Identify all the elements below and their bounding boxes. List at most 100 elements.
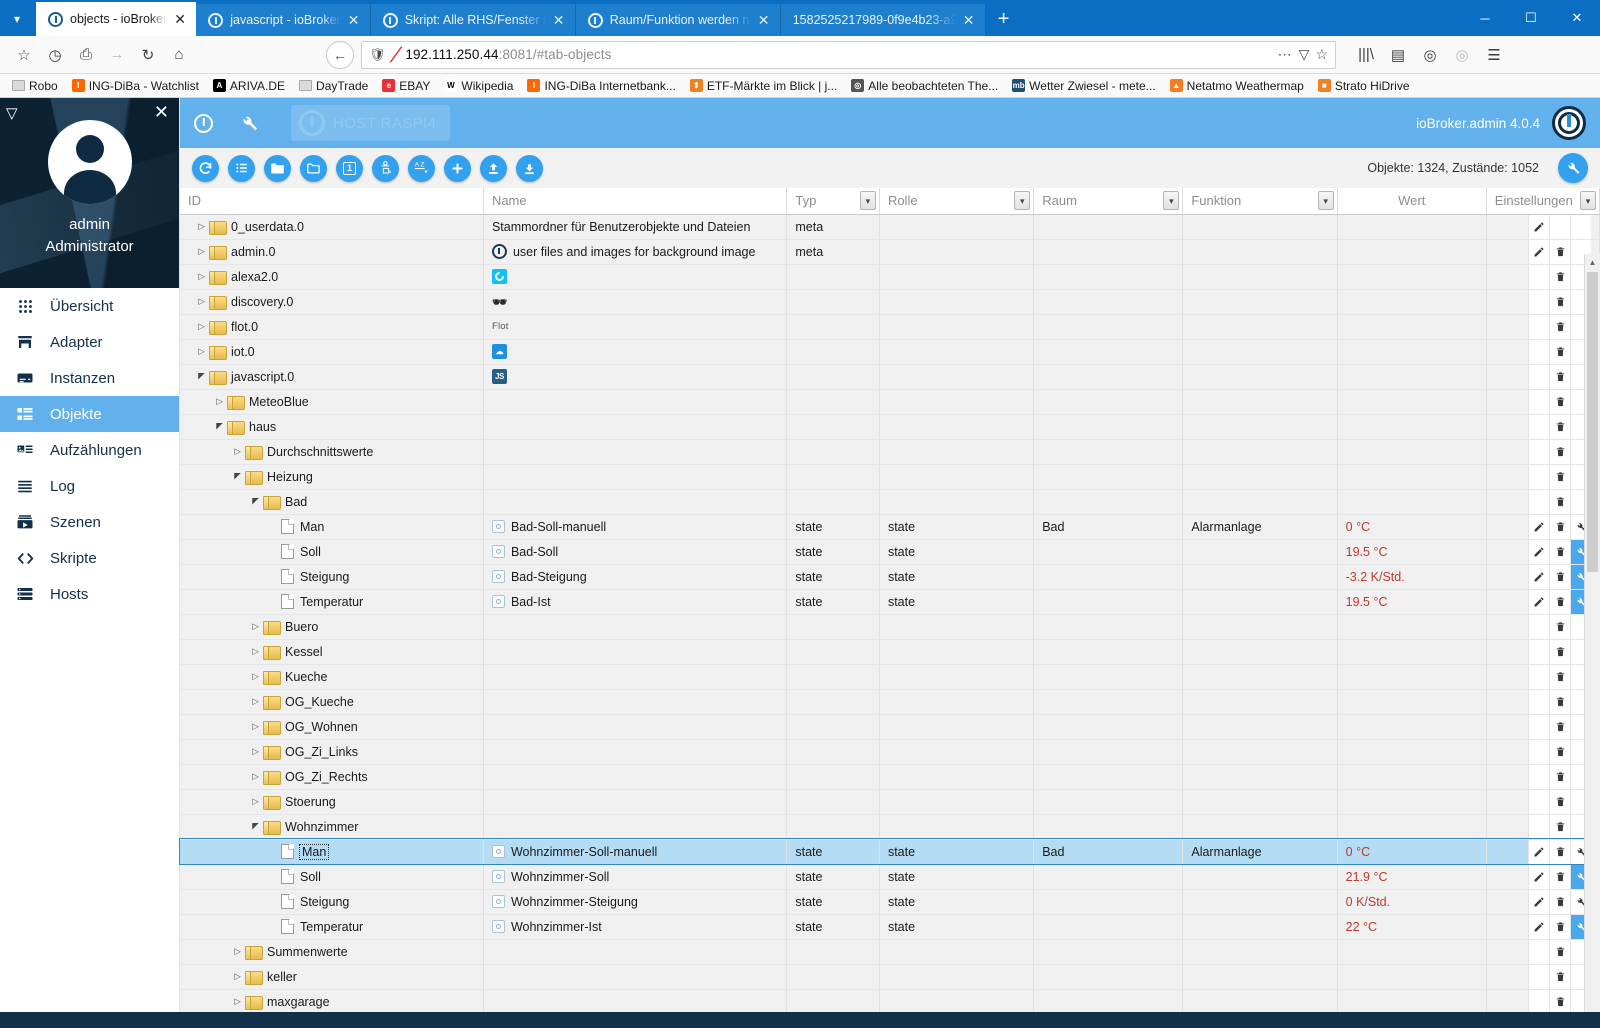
objects-table-container[interactable]: ID Name Typ ▾ Rolle ▾ Raum ▾ Funktion ▾ Wert Einste… xyxy=(179,188,1600,1028)
cell-typ[interactable] xyxy=(786,689,880,715)
cell-name[interactable]: ☁ xyxy=(483,339,788,365)
cell-name[interactable]: 🕶 xyxy=(483,289,788,315)
cell-raum[interactable] xyxy=(1033,489,1184,515)
cell-id[interactable]: ▷ Durchschnittswerte xyxy=(180,439,484,465)
browser-tab-0[interactable]: objects - ioBroker ✕ xyxy=(36,2,197,36)
cell-rolle[interactable]: state xyxy=(879,589,1035,615)
cell-funktion[interactable] xyxy=(1182,339,1338,365)
window-close-button[interactable]: ✕ xyxy=(1554,0,1600,36)
column-header-wert[interactable]: Wert xyxy=(1337,188,1487,215)
cell-id[interactable]: Steigung xyxy=(180,564,484,590)
cell-typ[interactable] xyxy=(786,739,880,765)
table-row[interactable]: ◢ Heizung xyxy=(180,464,1600,490)
cell-raum[interactable] xyxy=(1033,814,1184,840)
expand-chevron-icon[interactable]: ▷ xyxy=(248,746,263,757)
cell-name[interactable] xyxy=(483,389,788,415)
cell-rolle[interactable] xyxy=(879,664,1035,690)
cell-funktion[interactable] xyxy=(1182,864,1338,890)
cell-name[interactable]: Wohnzimmer-Steigung xyxy=(483,889,788,915)
cell-wert[interactable] xyxy=(1337,264,1487,290)
cell-wert[interactable]: 19.5 °C xyxy=(1337,589,1487,615)
cell-id[interactable]: ▷ discovery.0 xyxy=(180,289,484,315)
sidebar-item-instanzen[interactable]: Instanzen xyxy=(0,360,179,396)
bookmark-item[interactable]: DayTrade xyxy=(293,79,374,93)
cell-funktion[interactable] xyxy=(1182,539,1338,565)
table-row[interactable]: Temperatur Wohnzimmer-Ist state state 22 °C xyxy=(180,914,1600,940)
cell-wert[interactable]: 0 °C xyxy=(1337,839,1487,865)
cell-typ[interactable]: state xyxy=(786,839,880,865)
sidebar-item-adapter[interactable]: Adapter xyxy=(0,324,179,360)
delete-trash-icon[interactable] xyxy=(1549,939,1570,963)
edit-icon[interactable] xyxy=(1528,564,1549,588)
expand-chevron-icon[interactable]: ▷ xyxy=(230,946,245,957)
cell-rolle[interactable] xyxy=(879,439,1035,465)
bookmark-item[interactable]: W Wikipedia xyxy=(438,79,519,93)
wrench-icon[interactable] xyxy=(239,113,259,133)
cell-rolle[interactable] xyxy=(879,814,1035,840)
column-header-einstellungen[interactable]: Einstellungen ▾ xyxy=(1486,188,1600,215)
sort-az-button[interactable]: AZ xyxy=(408,154,435,182)
expand-chevron-icon[interactable]: ▷ xyxy=(248,621,263,632)
bookmark-item[interactable]: ■ Strato HiDrive xyxy=(1312,79,1416,93)
cell-rolle[interactable] xyxy=(879,689,1035,715)
expand-chevron-icon[interactable]: ▷ xyxy=(248,696,263,707)
sidebar-item--bersicht[interactable]: Übersicht xyxy=(0,288,179,324)
tab-close-icon[interactable]: ✕ xyxy=(553,13,567,27)
cell-raum[interactable] xyxy=(1033,914,1184,940)
collapse-chevron-icon[interactable]: ◢ xyxy=(248,496,263,507)
cell-name[interactable]: Bad-Soll xyxy=(483,539,788,565)
tab-list-icon[interactable]: ▾ xyxy=(6,10,28,28)
cell-id[interactable]: Temperatur xyxy=(180,914,484,940)
delete-trash-icon[interactable] xyxy=(1549,414,1570,438)
minimize-button[interactable]: ─ xyxy=(1462,0,1508,36)
cell-raum[interactable] xyxy=(1033,664,1184,690)
cell-rolle[interactable] xyxy=(879,489,1035,515)
cell-name[interactable]: Wohnzimmer-Soll-manuell xyxy=(483,839,788,865)
delete-trash-icon[interactable] xyxy=(1549,489,1570,513)
cell-funktion[interactable] xyxy=(1182,664,1338,690)
edit-icon[interactable] xyxy=(1528,889,1549,913)
cell-wert[interactable] xyxy=(1337,739,1487,765)
cell-rolle[interactable]: state xyxy=(879,864,1035,890)
cell-id[interactable]: ▷ flot.0 xyxy=(180,314,484,340)
bookmark-item[interactable]: I ING-DiBa Internetbank... xyxy=(521,79,681,93)
cell-wert[interactable] xyxy=(1337,939,1487,965)
expand-chevron-icon[interactable]: ▷ xyxy=(248,771,263,782)
cell-funktion[interactable]: Alarmanlage xyxy=(1182,514,1338,540)
cell-raum[interactable] xyxy=(1033,439,1184,465)
cell-rolle[interactable] xyxy=(879,964,1035,990)
cell-id[interactable]: ▷ maxgarage xyxy=(180,989,484,1015)
cell-rolle[interactable] xyxy=(879,214,1035,240)
url-bar[interactable]: 🛡 ╱ 192.111.250.44:8081/#tab-objects ⋯ ▽… xyxy=(361,40,1336,69)
cell-name[interactable]: Stammordner für Benutzerobjekte und Date… xyxy=(483,214,788,240)
cell-funktion[interactable] xyxy=(1182,889,1338,915)
cell-funktion[interactable] xyxy=(1182,689,1338,715)
cell-id[interactable]: ▷ Stoerung xyxy=(180,789,484,815)
cell-name[interactable] xyxy=(483,489,788,515)
cell-rolle[interactable] xyxy=(879,389,1035,415)
cell-name[interactable]: Flot xyxy=(483,314,788,340)
cell-funktion[interactable] xyxy=(1182,364,1338,390)
column-filter-chevron-down-icon[interactable]: ▾ xyxy=(1014,191,1031,210)
cell-wert[interactable] xyxy=(1337,714,1487,740)
cell-typ[interactable] xyxy=(786,639,880,665)
cell-typ[interactable]: state xyxy=(786,914,880,940)
table-row[interactable]: ▷ flot.0 Flot xyxy=(180,314,1600,340)
delete-trash-icon[interactable] xyxy=(1549,989,1570,1013)
bookmark-page-icon[interactable]: ☆ xyxy=(1315,46,1328,63)
cell-rolle[interactable] xyxy=(879,464,1035,490)
delete-trash-icon[interactable] xyxy=(1549,639,1570,663)
library-icon[interactable]: |||\ xyxy=(1351,41,1381,69)
cell-wert[interactable] xyxy=(1337,214,1487,240)
delete-trash-icon[interactable] xyxy=(1549,289,1570,313)
cell-typ[interactable] xyxy=(786,764,880,790)
cell-raum[interactable] xyxy=(1033,614,1184,640)
cell-wert[interactable] xyxy=(1337,239,1487,265)
cell-rolle[interactable]: state xyxy=(879,539,1035,565)
sidebar-item-aufz-hlungen[interactable]: Aufzählungen xyxy=(0,432,179,468)
expand-chevron-icon[interactable]: ▷ xyxy=(230,996,245,1007)
cell-raum[interactable] xyxy=(1033,239,1184,265)
bookmark-item[interactable]: mb Wetter Zwiesel - mete... xyxy=(1006,79,1161,93)
back-button[interactable]: ← xyxy=(326,40,354,69)
cell-wert[interactable]: 21.9 °C xyxy=(1337,864,1487,890)
